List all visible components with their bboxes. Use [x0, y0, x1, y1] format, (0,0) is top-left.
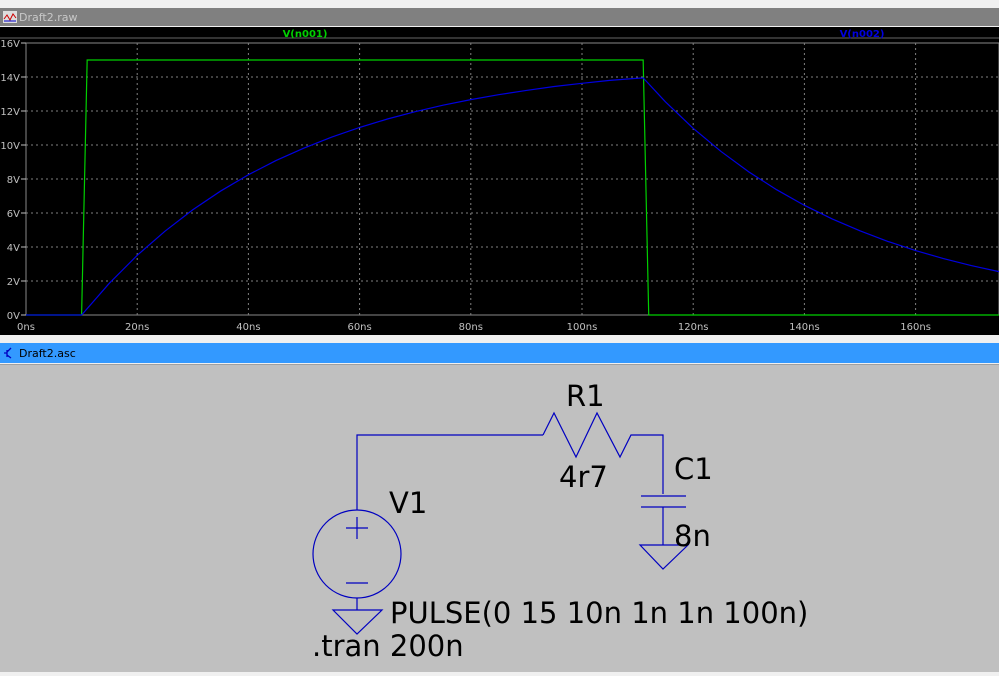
y-tick-label: 14V — [0, 73, 20, 84]
legend-vn002[interactable]: V(n002) — [840, 29, 885, 40]
y-tick-label: 8V — [7, 175, 20, 186]
tran-directive[interactable]: .tran 200n — [312, 629, 464, 663]
x-tick-label: 20ns — [125, 322, 149, 333]
y-tick-label: 4V — [7, 243, 20, 254]
schematic-canvas[interactable]: R1 4r7 C1 8n V1 PULSE(0 15 10n 1n 1n 100… — [0, 364, 999, 672]
y-tick-label: 10V — [0, 141, 20, 152]
x-tick-label: 120ns — [678, 322, 709, 333]
trace-vn002 — [26, 77, 999, 316]
waveform-plot[interactable]: 0ns 20ns 40ns 60ns 80ns 100ns 120ns 140ns 160ns 0… — [0, 27, 999, 335]
c1-name[interactable]: C1 — [674, 452, 713, 486]
waveform-chart: 0ns 20ns 40ns 60ns 80ns 100ns 120ns 140ns 160ns 0… — [0, 29, 999, 333]
plot-window-title: Draft2.raw — [19, 10, 78, 24]
wire-top[interactable] — [356, 434, 543, 510]
waveform-icon — [3, 11, 17, 23]
y-tick-label: 12V — [0, 107, 20, 118]
y-tick-label: 2V — [7, 277, 20, 288]
x-tick-label: 100ns — [567, 322, 598, 333]
x-tick-label: 60ns — [347, 322, 371, 333]
r1-value[interactable]: 4r7 — [559, 460, 608, 494]
schematic-window-title: Draft2.asc — [19, 346, 76, 360]
y-tick-label: 16V — [0, 39, 20, 50]
x-tick-label: 40ns — [236, 322, 260, 333]
v1-value[interactable]: PULSE(0 15 10n 1n 1n 100n) — [390, 596, 808, 630]
x-tick-label: 80ns — [459, 322, 483, 333]
v1-name[interactable]: V1 — [389, 486, 427, 520]
schematic-window-titlebar[interactable]: Draft2.asc — [0, 343, 999, 363]
y-tick-label: 6V — [7, 209, 20, 220]
x-tick-label: 160ns — [900, 322, 931, 333]
y-tick-label: 0V — [7, 311, 20, 322]
legend-vn001[interactable]: V(n001) — [283, 29, 328, 40]
trace-vn001 — [26, 59, 999, 316]
c1-value[interactable]: 8n — [674, 519, 711, 553]
x-tick-label: 140ns — [789, 322, 820, 333]
plus-icon — [346, 517, 368, 539]
x-tick-label: 0ns — [17, 322, 35, 333]
r1-name[interactable]: R1 — [566, 379, 605, 413]
plot-window-titlebar[interactable]: Draft2.raw — [0, 8, 999, 26]
transistor-icon — [4, 347, 12, 359]
